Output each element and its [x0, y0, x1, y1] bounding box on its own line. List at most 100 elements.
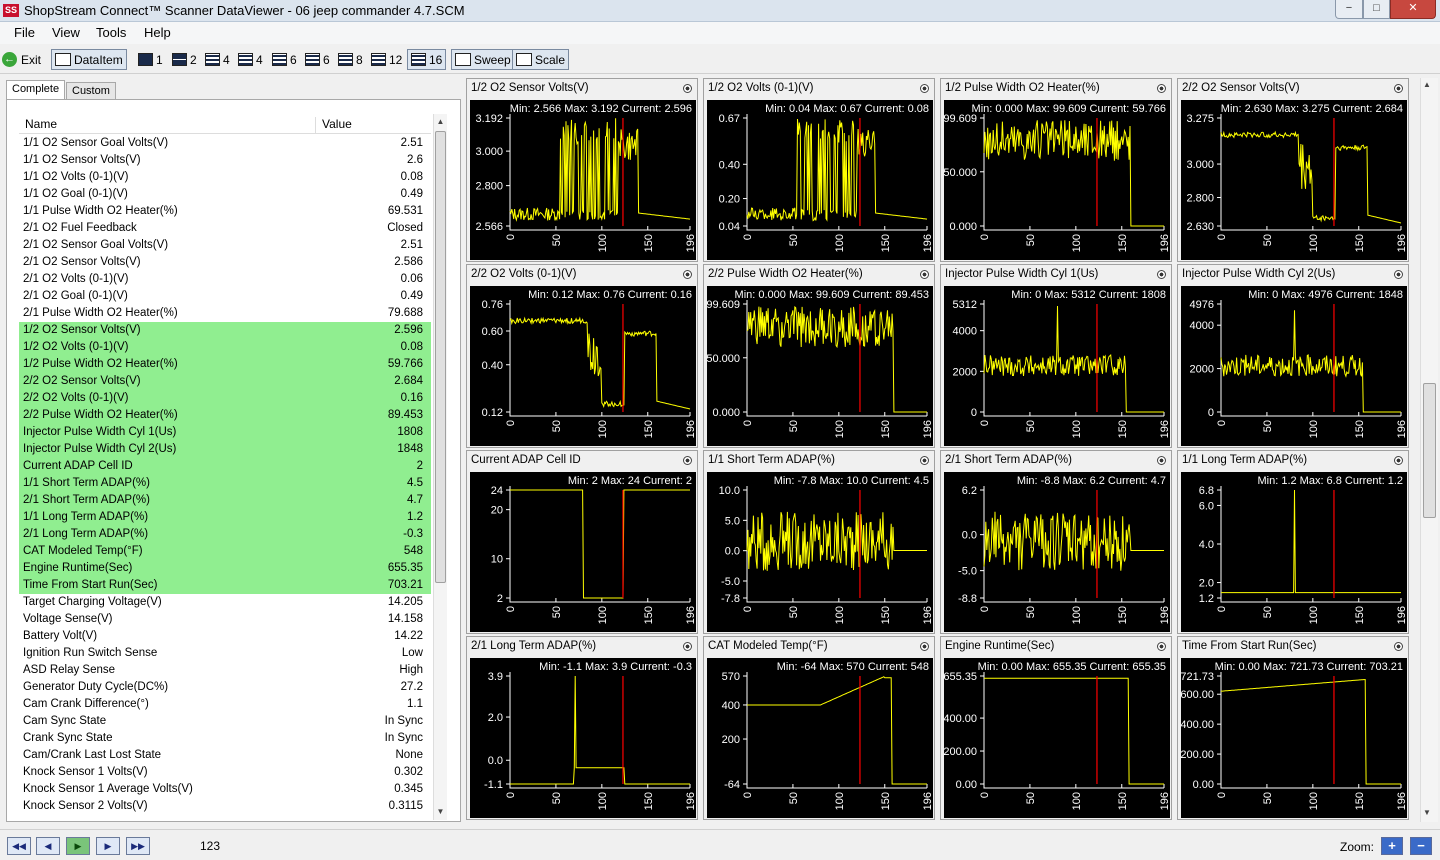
list-item[interactable]: 2/1 O2 Volts (0-1)(V) 0.06 [19, 271, 431, 288]
graph-plot[interactable]: Min: -64 Max: 570 Current: 548 570 400 200 -… [707, 658, 933, 818]
list-item[interactable]: Knock Sensor 1 Average Volts(V) 0.345 [19, 781, 431, 798]
graph-plot[interactable]: Min: 0.04 Max: 0.67 Current: 0.08 0.67 0.4… [707, 100, 933, 260]
graph-plot[interactable]: Min: -1.1 Max: 3.9 Current: -0.3 3.9 2.0 0.… [470, 658, 696, 818]
layout-4b-button[interactable]: 4 [238, 49, 263, 70]
graph-panel[interactable]: Injector Pulse Width Cyl 2(Us) Min: 0 Max… [1177, 264, 1409, 448]
list-item[interactable]: 1/1 O2 Sensor Volts(V) 2.6 [19, 152, 431, 169]
exit-button[interactable]: ← Exit [2, 49, 41, 70]
menu-help[interactable]: Help [144, 25, 171, 40]
list-item[interactable]: 1/1 Long Term ADAP(%) 1.2 [19, 509, 431, 526]
graph-select-radio-icon[interactable] [683, 270, 692, 279]
graph-panel[interactable]: 2/1 Short Term ADAP(%) Min: -8.8 Max: 6.2… [940, 450, 1172, 634]
graph-plot[interactable]: Min: 0.00 Max: 721.73 Current: 703.21721… [1181, 658, 1407, 818]
menu-file[interactable]: File [14, 25, 35, 40]
list-item[interactable]: 1/2 O2 Volts (0-1)(V) 0.08 [19, 339, 431, 356]
graph-select-radio-icon[interactable] [920, 84, 929, 93]
list-item[interactable]: 2/1 O2 Sensor Volts(V) 2.586 [19, 254, 431, 271]
list-item[interactable]: 1/1 Pulse Width O2 Heater(%) 69.531 [19, 203, 431, 220]
list-item[interactable]: Ignition Run Switch Sense Low [19, 645, 431, 662]
graph-panel[interactable]: CAT Modeled Temp(°F) Min: -64 Max: 570 Cu… [703, 636, 935, 820]
graph-panel[interactable]: Current ADAP Cell ID Min: 2 Max: 24 Curre… [466, 450, 698, 634]
menu-view[interactable]: View [52, 25, 80, 40]
graph-plot[interactable]: Min: 2.566 Max: 3.192 Current: 2.596 3.19… [470, 100, 696, 260]
layout-16-button[interactable]: 16 [407, 49, 447, 70]
scroll-thumb[interactable] [435, 131, 446, 583]
layout-6-button[interactable]: 6 [272, 49, 297, 70]
list-item[interactable]: 1/1 O2 Sensor Goal Volts(V) 2.51 [19, 135, 431, 152]
close-button[interactable]: ✕ [1390, 0, 1436, 19]
list-item[interactable]: 1/2 O2 Sensor Volts(V) 2.596 [19, 322, 431, 339]
graph-select-radio-icon[interactable] [1394, 642, 1403, 651]
prev-frame-button[interactable]: ◀ [36, 837, 60, 855]
graph-panel[interactable]: 2/2 Pulse Width O2 Heater(%) Min: 0.000 M… [703, 264, 935, 448]
graph-plot[interactable]: Min: 0.00 Max: 655.35 Current: 655.35655… [944, 658, 1170, 818]
graph-panel[interactable]: 2/1 Long Term ADAP(%) Min: -1.1 Max: 3.9 … [466, 636, 698, 820]
graph-select-radio-icon[interactable] [1157, 270, 1166, 279]
list-item[interactable]: CAT Modeled Temp(°F) 548 [19, 543, 431, 560]
list-item[interactable]: 1/2 Pulse Width O2 Heater(%) 59.766 [19, 356, 431, 373]
graph-plot[interactable]: Min: 2.630 Max: 3.275 Current: 2.684 3.27… [1181, 100, 1407, 260]
minimize-button[interactable]: − [1335, 0, 1363, 19]
list-item[interactable]: Time From Start Run(Sec) 703.21 [19, 577, 431, 594]
list-item[interactable]: 2/1 O2 Goal (0-1)(V) 0.49 [19, 288, 431, 305]
list-item[interactable]: Injector Pulse Width Cyl 1(Us) 1808 [19, 424, 431, 441]
graph-select-radio-icon[interactable] [1394, 270, 1403, 279]
list-item[interactable]: Knock Sensor 1 Volts(V) 0.302 [19, 764, 431, 781]
graph-plot[interactable]: Min: 2 Max: 24 Current: 2 24 20 10 20 50 100 15… [470, 472, 696, 632]
list-item[interactable]: Injector Pulse Width Cyl 2(Us) 1848 [19, 441, 431, 458]
graph-select-radio-icon[interactable] [1157, 84, 1166, 93]
graph-plot[interactable]: Min: 0.000 Max: 99.609 Current: 59.76699… [944, 100, 1170, 260]
list-scrollbar[interactable]: ▲ ▼ [433, 114, 447, 820]
column-name-header[interactable]: Name [25, 117, 57, 131]
graph-panel[interactable]: 2/2 O2 Sensor Volts(V) Min: 2.630 Max: 3.… [1177, 78, 1409, 262]
list-item[interactable]: 2/1 O2 Fuel Feedback Closed [19, 220, 431, 237]
sweep-button[interactable]: Sweep [451, 49, 515, 70]
graph-plot[interactable]: Min: 1.2 Max: 6.8 Current: 1.2 6.8 6.0 4.0 2… [1181, 472, 1407, 632]
list-item[interactable]: Generator Duty Cycle(DC%) 27.2 [19, 679, 431, 696]
list-item[interactable]: 2/2 Pulse Width O2 Heater(%) 89.453 [19, 407, 431, 424]
list-item[interactable]: ASD Relay Sense High [19, 662, 431, 679]
list-item[interactable]: Voltage Sense(V) 14.158 [19, 611, 431, 628]
graph-panel[interactable]: 2/2 O2 Volts (0-1)(V) Min: 0.12 Max: 0.76… [466, 264, 698, 448]
graph-select-radio-icon[interactable] [683, 456, 692, 465]
graph-scrollbar[interactable]: ▲ ▼ [1420, 78, 1438, 822]
tab-custom[interactable]: Custom [66, 82, 116, 99]
scroll-up-arrow-icon[interactable]: ▲ [434, 114, 447, 130]
graph-plot[interactable]: Min: 0 Max: 5312 Current: 1808 5312 4000 20… [944, 286, 1170, 446]
list-item[interactable]: 2/1 Long Term ADAP(%) -0.3 [19, 526, 431, 543]
list-item[interactable]: 2/1 O2 Sensor Goal Volts(V) 2.51 [19, 237, 431, 254]
scale-button[interactable]: Scale [512, 49, 570, 70]
list-item[interactable]: Engine Runtime(Sec) 655.35 [19, 560, 431, 577]
graph-panel[interactable]: Time From Start Run(Sec) Min: 0.00 Max: 7… [1177, 636, 1409, 820]
dataitem-button[interactable]: DataItem [51, 49, 127, 70]
graph-panel[interactable]: 1/1 Short Term ADAP(%) Min: -7.8 Max: 10.… [703, 450, 935, 634]
graph-panel[interactable]: 1/2 O2 Sensor Volts(V) Min: 2.566 Max: 3.… [466, 78, 698, 262]
list-item[interactable]: Cam Sync State In Sync [19, 713, 431, 730]
graph-select-radio-icon[interactable] [920, 642, 929, 651]
list-item[interactable]: Cam/Crank Last Lost State None [19, 747, 431, 764]
graph-panel[interactable]: Injector Pulse Width Cyl 1(Us) Min: 0 Max… [940, 264, 1172, 448]
graph-select-radio-icon[interactable] [1394, 456, 1403, 465]
layout-12-button[interactable]: 12 [371, 49, 402, 70]
graph-select-radio-icon[interactable] [920, 456, 929, 465]
list-item[interactable]: 2/2 O2 Volts (0-1)(V) 0.16 [19, 390, 431, 407]
list-item[interactable]: 1/1 O2 Volts (0-1)(V) 0.08 [19, 169, 431, 186]
zoom-in-button[interactable]: + [1381, 837, 1403, 855]
list-item[interactable]: Knock Sensor 2 Volts(V) 0.3115 [19, 798, 431, 815]
list-item[interactable]: Cam Crank Difference(°) 1.1 [19, 696, 431, 713]
layout-4-button[interactable]: 4 [205, 49, 230, 70]
graph-plot[interactable]: Min: 0.12 Max: 0.76 Current: 0.16 0.76 0.6… [470, 286, 696, 446]
graph-select-radio-icon[interactable] [1157, 456, 1166, 465]
graph-select-radio-icon[interactable] [1394, 84, 1403, 93]
list-item[interactable]: 2/1 Pulse Width O2 Heater(%) 79.688 [19, 305, 431, 322]
list-item[interactable]: Current ADAP Cell ID 2 [19, 458, 431, 475]
layout-1-button[interactable]: 1 [138, 49, 163, 70]
tab-complete[interactable]: Complete [6, 80, 66, 100]
menu-tools[interactable]: Tools [96, 25, 126, 40]
layout-2-button[interactable]: 2 [172, 49, 197, 70]
scroll-down-arrow-icon[interactable]: ▼ [434, 804, 447, 820]
zoom-out-button[interactable]: − [1410, 837, 1432, 855]
next-frame-button[interactable]: ▶ [96, 837, 120, 855]
list-item[interactable]: Crank Sync State In Sync [19, 730, 431, 747]
layout-8-button[interactable]: 8 [338, 49, 363, 70]
